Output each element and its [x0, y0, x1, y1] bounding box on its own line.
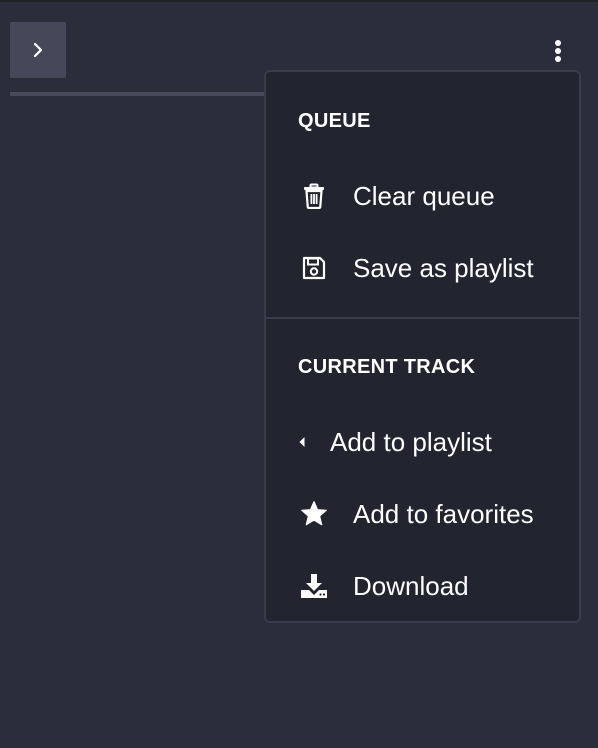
more-options-button[interactable]	[546, 36, 570, 66]
save-as-playlist-menu-item[interactable]: Save as playlist	[266, 238, 579, 298]
clear-queue-label: Clear queue	[353, 180, 495, 211]
add-to-playlist-menu-item[interactable]: Add to playlist	[266, 412, 579, 472]
add-to-favorites-menu-item[interactable]: Add to favorites	[266, 484, 579, 544]
download-menu-item[interactable]: Download	[266, 556, 579, 616]
download-label: Download	[353, 570, 469, 601]
download-icon	[300, 572, 328, 600]
chevron-right-icon	[33, 42, 43, 58]
options-dropdown-menu: QUEUE Clear queue Save as playlist CURRE…	[264, 70, 581, 623]
expand-sidebar-button[interactable]	[10, 22, 66, 78]
star-icon	[300, 500, 328, 528]
save-as-playlist-label: Save as playlist	[353, 252, 534, 283]
trash-icon	[300, 182, 328, 210]
top-border	[0, 0, 598, 2]
caret-left-icon	[294, 428, 310, 456]
add-to-playlist-label: Add to playlist	[330, 426, 492, 457]
progress-divider	[10, 92, 290, 96]
clear-queue-menu-item[interactable]: Clear queue	[266, 166, 579, 226]
current-track-section-title: CURRENT TRACK	[298, 356, 476, 378]
kebab-vertical-icon	[555, 40, 561, 62]
floppy-disk-icon	[300, 254, 328, 282]
menu-section-divider	[266, 317, 579, 319]
add-to-favorites-label: Add to favorites	[353, 498, 534, 529]
queue-section-title: QUEUE	[298, 110, 371, 132]
